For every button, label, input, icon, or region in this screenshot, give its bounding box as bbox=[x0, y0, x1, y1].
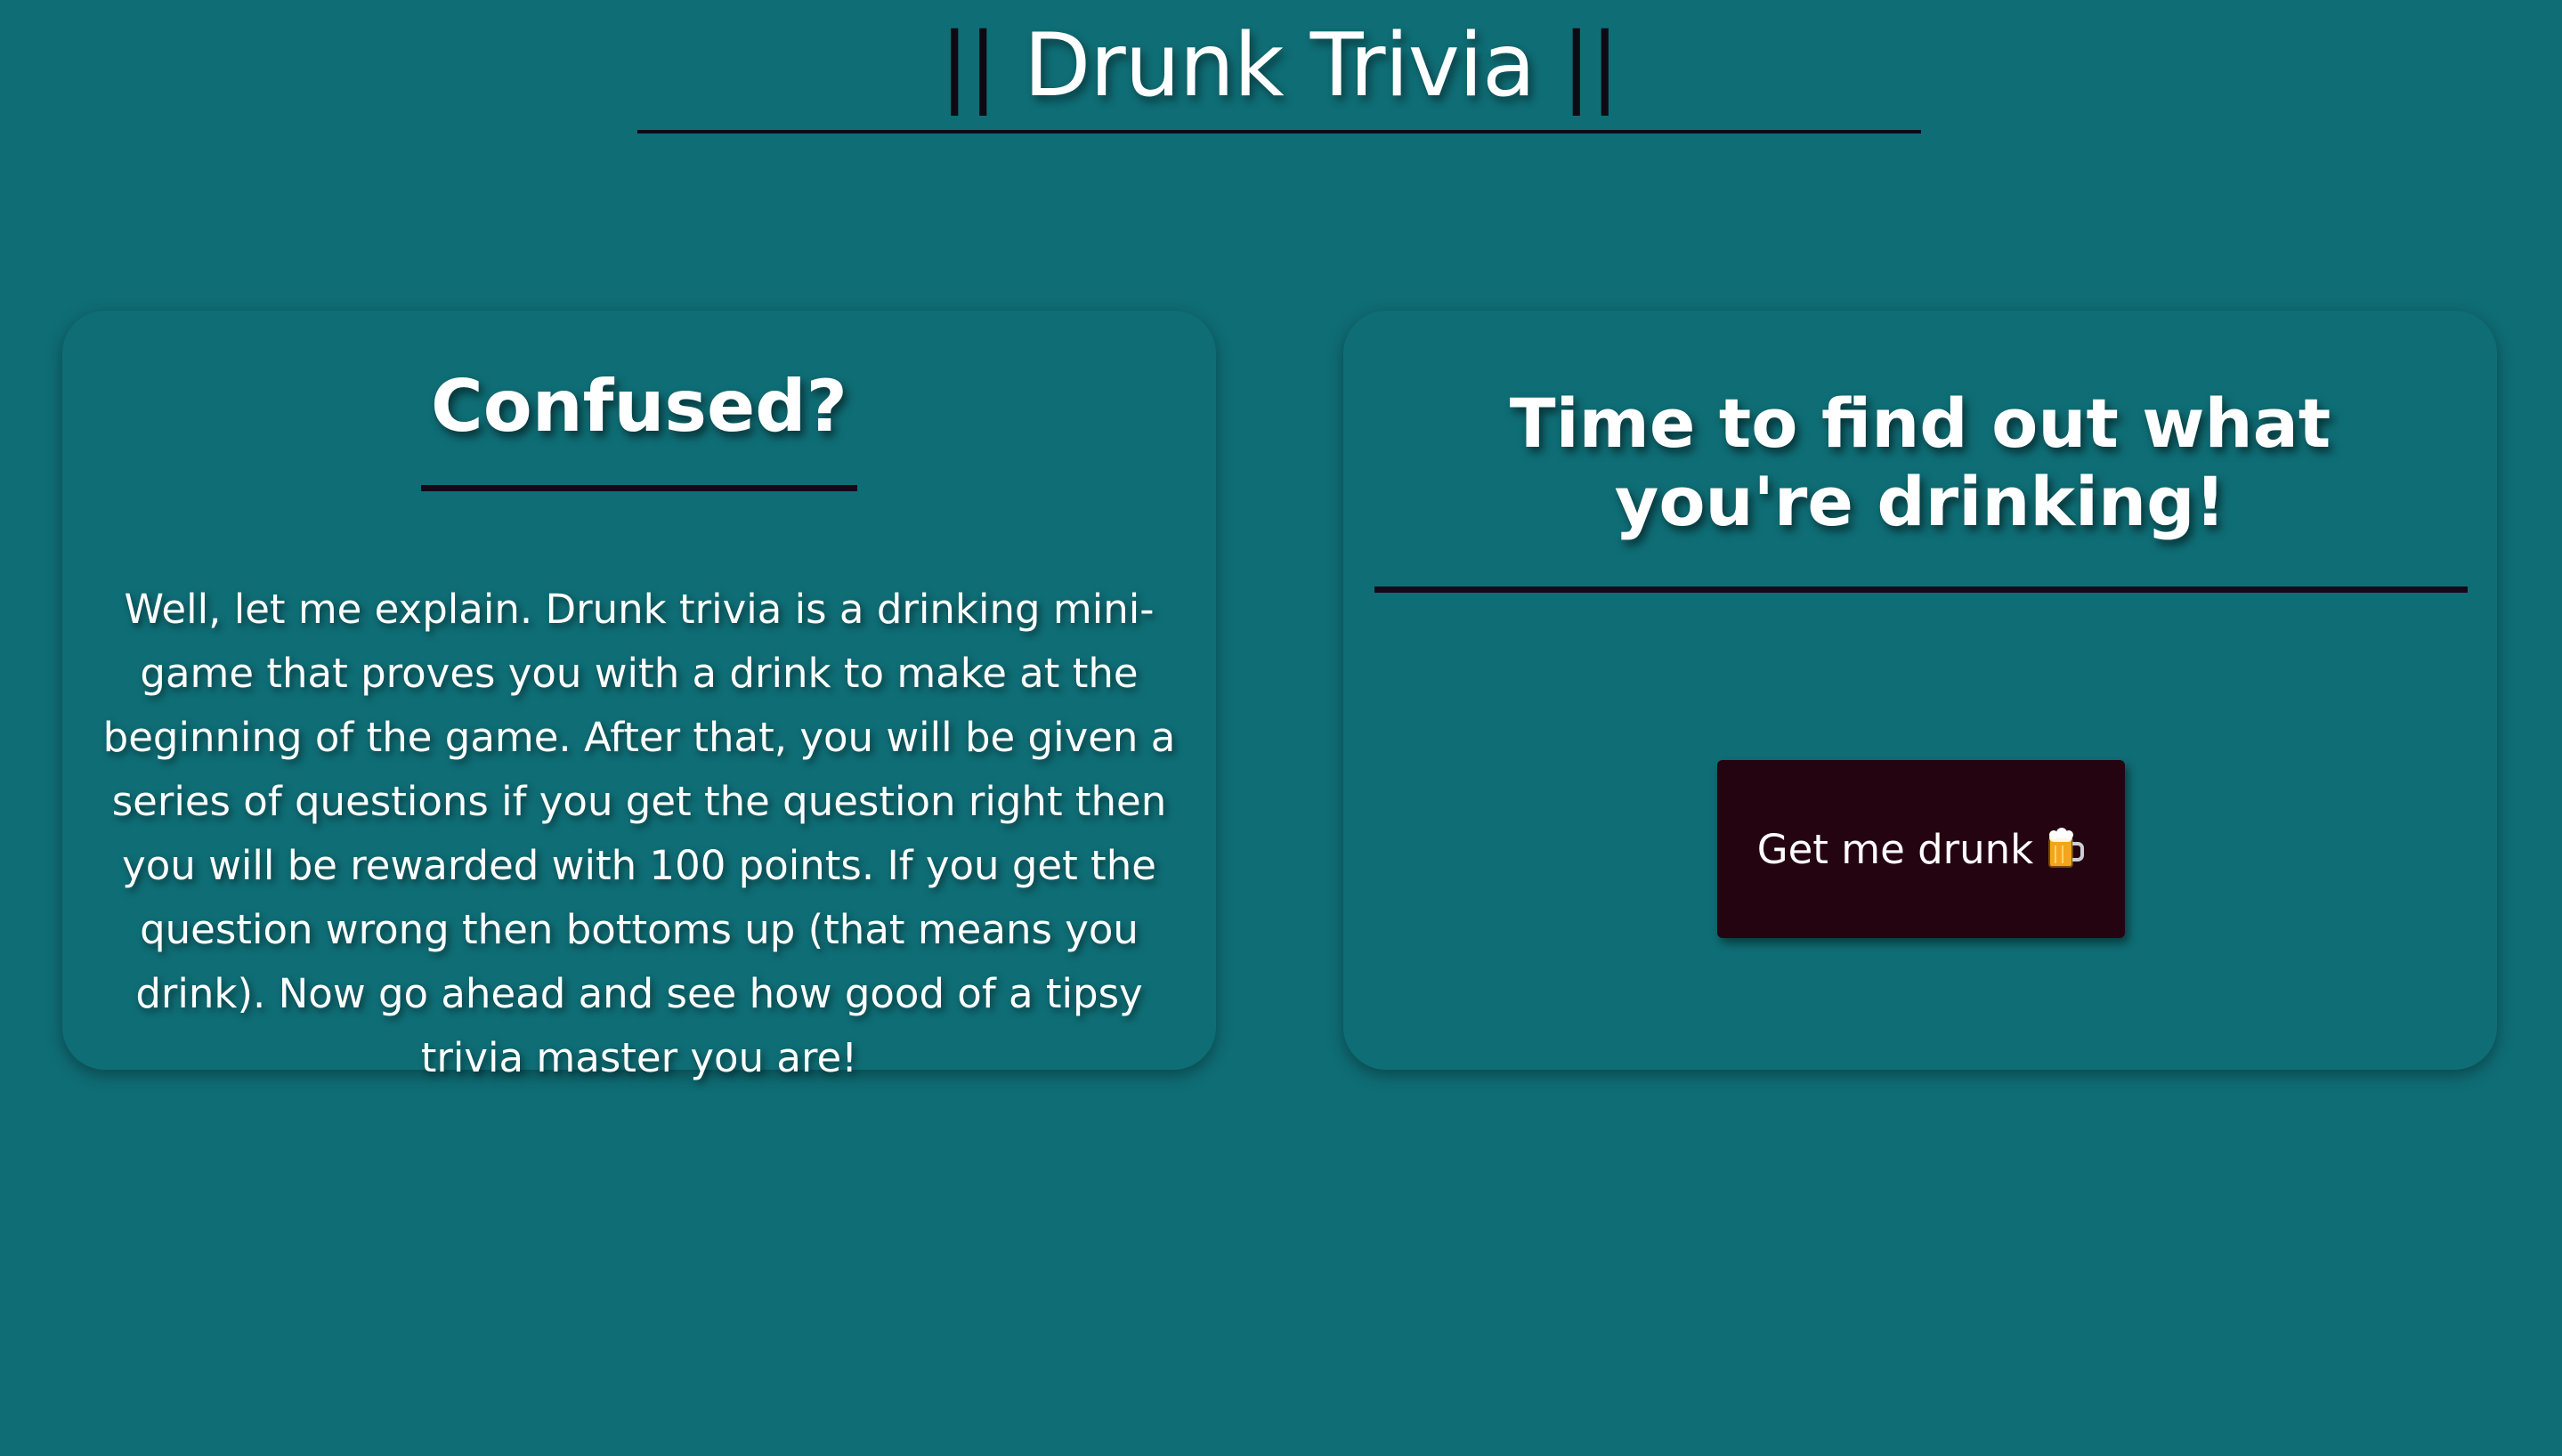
info-card-title: Confused? bbox=[431, 365, 847, 448]
info-card-divider bbox=[421, 485, 857, 491]
page-title: || Drunk Trivia || bbox=[939, 15, 1620, 117]
drink-card-divider bbox=[1374, 586, 2468, 593]
beer-mug-icon bbox=[2046, 828, 2085, 870]
get-me-drunk-button[interactable]: Get me drunk bbox=[1717, 760, 2125, 938]
title-bar-left: || bbox=[939, 15, 998, 117]
info-card-body: Well, let me explain. Drunk trivia is a … bbox=[102, 586, 1176, 1081]
drink-card-title: Time to find out what you're drinking! bbox=[1509, 384, 2331, 541]
title-text: Drunk Trivia bbox=[1023, 15, 1536, 117]
page-header: || Drunk Trivia || bbox=[637, 0, 1921, 133]
info-card: Confused? Well, let me explain. Drunk tr… bbox=[62, 311, 1216, 1081]
title-bar-right: || bbox=[1561, 15, 1619, 117]
drink-card: Time to find out what you're drinking! G… bbox=[1343, 311, 2497, 1070]
get-me-drunk-label: Get me drunk bbox=[1756, 825, 2034, 873]
